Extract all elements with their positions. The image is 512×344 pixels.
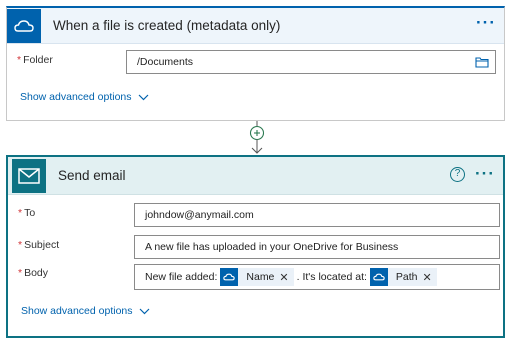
body-label: * Body xyxy=(18,267,49,279)
onedrive-icon xyxy=(7,8,41,43)
body-text-prefix: New file added: xyxy=(145,271,218,283)
send-email-header[interactable]: Send email ? ··· xyxy=(8,157,503,195)
subject-label: * Subject xyxy=(18,239,60,251)
folder-picker-icon[interactable] xyxy=(475,56,489,71)
subject-value: A new file has uploaded in your OneDrive… xyxy=(145,241,399,253)
folder-label: * Folder xyxy=(17,54,53,66)
help-icon[interactable]: ? xyxy=(450,167,465,182)
trigger-title: When a file is created (metadata only) xyxy=(53,18,281,33)
trigger-card: When a file is created (metadata only) ·… xyxy=(6,6,505,121)
send-email-title: Send email xyxy=(58,168,126,183)
mail-icon xyxy=(12,158,46,193)
onedrive-icon xyxy=(220,268,239,286)
onedrive-icon xyxy=(369,268,388,286)
action-show-advanced-link[interactable]: Show advanced options xyxy=(21,305,150,317)
folder-field-row: * Folder xyxy=(17,54,127,66)
folder-value: /Documents xyxy=(137,56,194,68)
add-step-connector[interactable] xyxy=(248,121,266,155)
body-field-row: * Body xyxy=(18,267,128,279)
body-input[interactable]: New file added: Name ✕ . It's located at… xyxy=(134,264,500,290)
subject-input[interactable]: A new file has uploaded in your OneDrive… xyxy=(134,235,500,259)
to-input[interactable]: johndow@anymail.com xyxy=(134,203,500,227)
send-email-more-icon[interactable]: ··· xyxy=(475,165,495,182)
path-token[interactable]: Path ✕ xyxy=(369,268,437,286)
remove-token-icon[interactable]: ✕ xyxy=(423,271,437,284)
remove-token-icon[interactable]: ✕ xyxy=(279,271,293,284)
trigger-header[interactable]: When a file is created (metadata only) ·… xyxy=(7,8,504,44)
to-field-row: * To xyxy=(18,207,128,219)
send-email-card: Send email ? ··· * To johndow@anymail.com… xyxy=(6,155,505,338)
name-token[interactable]: Name ✕ xyxy=(220,268,294,286)
folder-input[interactable]: /Documents xyxy=(126,50,496,74)
subject-field-row: * Subject xyxy=(18,239,128,251)
chevron-down-icon xyxy=(138,94,148,100)
trigger-more-icon[interactable]: ··· xyxy=(476,14,496,31)
to-value: johndow@anymail.com xyxy=(145,209,254,221)
body-text-middle: . It's located at: xyxy=(296,271,367,283)
chevron-down-icon xyxy=(139,308,149,314)
trigger-show-advanced-link[interactable]: Show advanced options xyxy=(20,91,149,103)
to-label: * To xyxy=(18,207,36,219)
